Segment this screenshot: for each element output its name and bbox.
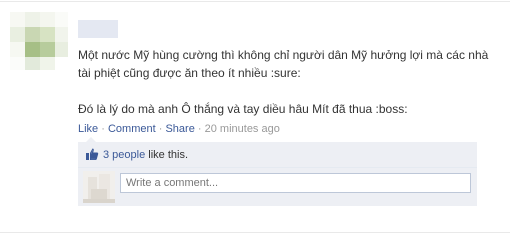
top-divider [0, 1, 510, 2]
thumbs-up-icon [85, 147, 99, 161]
commenter-avatar[interactable] [83, 171, 115, 203]
separator: · [197, 123, 202, 135]
post-message-paragraph-2: Đó là lý do mà anh Ô thắng và tay diều h… [78, 102, 408, 116]
post-timestamp[interactable]: 20 minutes ago [205, 123, 280, 135]
poster-name-redacted[interactable] [78, 20, 118, 38]
comment-input[interactable] [120, 173, 471, 193]
share-link[interactable]: Share [165, 123, 194, 135]
post-message: Một nước Mỹ hùng cường thì không chỉ ngư… [78, 46, 504, 118]
likes-count-link[interactable]: 3 people [103, 149, 145, 161]
poster-avatar[interactable] [10, 12, 68, 70]
likes-summary: 3 people like this. [78, 137, 477, 168]
separator: · [158, 123, 163, 135]
likes-suffix: like this. [145, 149, 189, 161]
separator: · [101, 123, 105, 135]
feed-story: Một nước Mỹ hùng cường thì không chỉ ngư… [0, 0, 510, 242]
post-message-paragraph-1: Một nước Mỹ hùng cường thì không chỉ ngư… [78, 48, 489, 80]
post-actions: Like · Comment · Share · 20 minutes ago [78, 123, 280, 135]
likes-text: 3 people like this. [103, 149, 188, 161]
like-link[interactable]: Like [78, 123, 98, 135]
comment-composer [78, 168, 477, 206]
comment-link[interactable]: Comment [108, 123, 156, 135]
bottom-divider [0, 232, 510, 233]
